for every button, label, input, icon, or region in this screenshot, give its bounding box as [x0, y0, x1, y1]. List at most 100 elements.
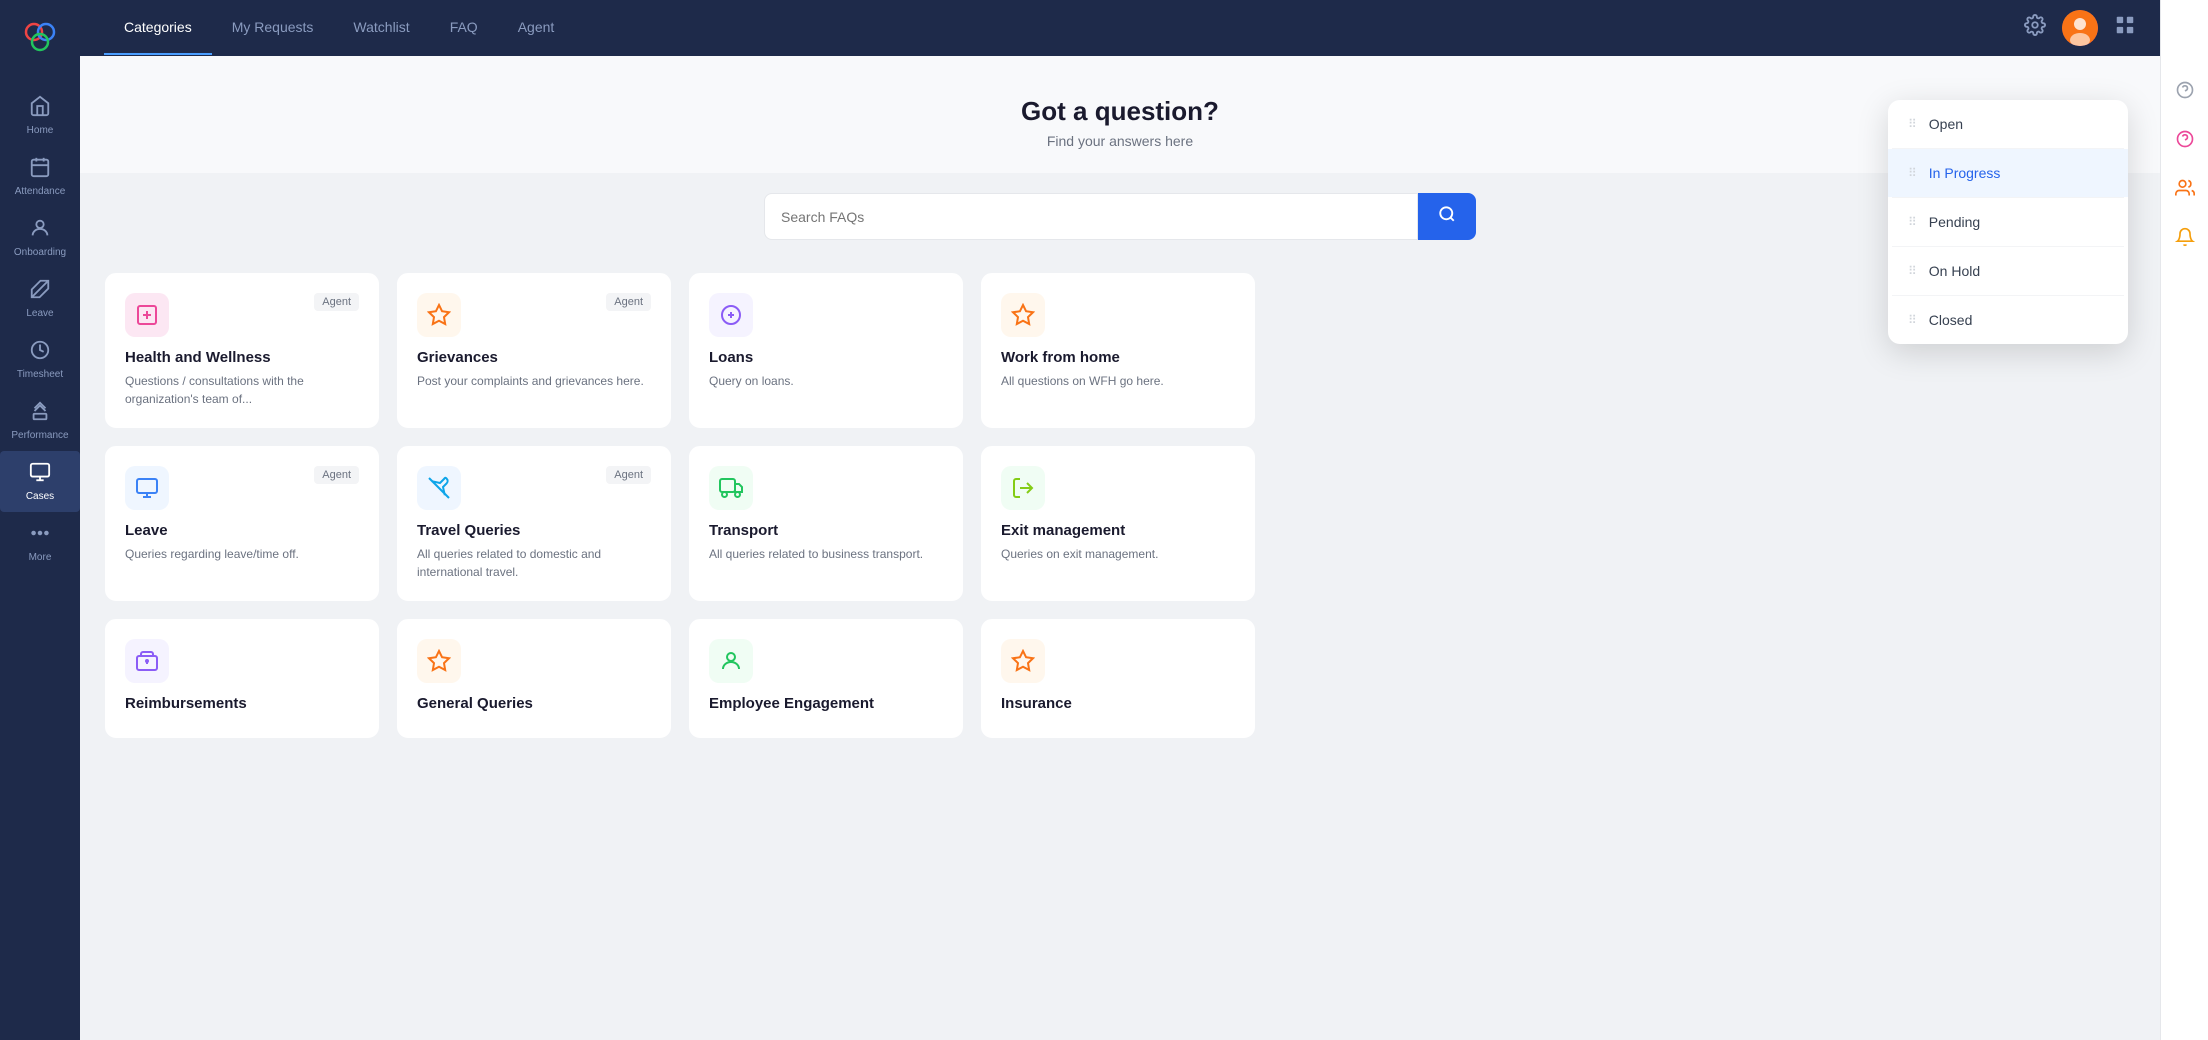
categories-grid: Agent Health and Wellness Questions / co… [80, 272, 1280, 763]
hero-subtitle: Find your answers here [104, 133, 2136, 149]
employee-engagement-icon [709, 639, 753, 683]
card-title: Grievances [417, 349, 651, 366]
wfh-icon [1001, 293, 1045, 337]
card-general-queries[interactable]: General Queries [396, 618, 672, 739]
dropdown-item-closed-label: Closed [1929, 312, 1973, 328]
tab-categories[interactable]: Categories [104, 1, 212, 55]
card-title: General Queries [417, 695, 651, 712]
card-grievances[interactable]: Agent Grievances Post your complaints an… [396, 272, 672, 429]
onboarding-icon [29, 217, 51, 243]
card-header: Agent [417, 293, 651, 337]
card-travel-queries[interactable]: Agent Travel Queries All queries related… [396, 445, 672, 602]
search-input[interactable] [764, 193, 1418, 240]
dropdown-item-closed[interactable]: ⠿ Closed [1888, 296, 2128, 344]
card-title: Transport [709, 522, 943, 539]
status-dropdown-menu: ⠿ Open ⠿ In Progress ⠿ Pending ⠿ On Hold… [1888, 100, 2128, 344]
card-header: Agent [417, 466, 651, 510]
drag-handle-pending: ⠿ [1908, 215, 1917, 229]
card-work-from-home[interactable]: Work from home All questions on WFH go h… [980, 272, 1256, 429]
home-icon [29, 95, 51, 121]
sidebar-item-attendance[interactable]: Attendance [0, 146, 80, 207]
card-description: Questions / consultations with the organ… [125, 372, 359, 408]
agent-badge: Agent [314, 466, 359, 484]
hero-section: Got a question? Find your answers here [80, 56, 2160, 173]
card-description: All queries related to domestic and inte… [417, 545, 651, 581]
card-loans[interactable]: Loans Query on loans. [688, 272, 964, 429]
card-exit-management[interactable]: Exit management Queries on exit manageme… [980, 445, 1256, 602]
card-reimbursements[interactable]: Reimbursements [104, 618, 380, 739]
card-header [1001, 466, 1235, 510]
dropdown-item-on-hold[interactable]: ⠿ On Hold [1888, 247, 2128, 295]
grid-icon[interactable] [2114, 14, 2136, 42]
sidebar: Home Attendance Onboarding Leave Timeshe… [0, 0, 80, 1040]
page-body: Got a question? Find your answers here A… [80, 56, 2160, 1040]
main-content: Categories My Requests Watchlist FAQ Age… [80, 0, 2160, 1040]
right-question-icon[interactable] [2175, 129, 2195, 154]
tab-watchlist[interactable]: Watchlist [333, 1, 429, 55]
agent-badge: Agent [606, 466, 651, 484]
card-employee-engagement[interactable]: Employee Engagement [688, 618, 964, 739]
health-wellness-icon [125, 293, 169, 337]
dropdown-item-open[interactable]: ⠿ Open [1888, 100, 2128, 148]
drag-handle-in-progress: ⠿ [1908, 166, 1917, 180]
card-description: Query on loans. [709, 372, 943, 390]
user-avatar[interactable] [2062, 10, 2098, 46]
card-title: Employee Engagement [709, 695, 943, 712]
sidebar-item-more-label: More [29, 552, 52, 563]
search-container [740, 193, 1500, 240]
sidebar-item-timesheet-label: Timesheet [17, 369, 63, 380]
more-icon [29, 522, 51, 548]
right-bell-icon[interactable] [2175, 227, 2195, 252]
agent-badge: Agent [606, 293, 651, 311]
drag-handle-on-hold: ⠿ [1908, 264, 1917, 278]
dropdown-item-pending-label: Pending [1929, 214, 1980, 230]
settings-icon[interactable] [2024, 14, 2046, 42]
card-health-wellness[interactable]: Agent Health and Wellness Questions / co… [104, 272, 380, 429]
app-logo[interactable] [14, 12, 66, 69]
reimbursements-icon [125, 639, 169, 683]
sidebar-item-more[interactable]: More [0, 512, 80, 573]
cases-icon [29, 461, 51, 487]
card-title: Leave [125, 522, 359, 539]
loans-icon [709, 293, 753, 337]
sidebar-item-timesheet[interactable]: Timesheet [0, 329, 80, 390]
card-header: Agent [125, 293, 359, 337]
search-button[interactable] [1418, 193, 1476, 240]
right-help-icon[interactable] [2175, 80, 2195, 105]
card-transport[interactable]: Transport All queries related to busines… [688, 445, 964, 602]
card-description: Queries regarding leave/time off. [125, 545, 359, 563]
card-header [709, 293, 943, 337]
sidebar-item-performance[interactable]: Performance [0, 390, 80, 451]
sidebar-item-cases[interactable]: Cases [0, 451, 80, 512]
tab-my-requests[interactable]: My Requests [212, 1, 334, 55]
card-title: Insurance [1001, 695, 1235, 712]
hero-title: Got a question? [104, 96, 2136, 127]
grievances-icon [417, 293, 461, 337]
sidebar-item-leave-label: Leave [26, 308, 53, 319]
card-header [1001, 293, 1235, 337]
nav-tabs: Categories My Requests Watchlist FAQ Age… [104, 1, 574, 55]
sidebar-item-onboarding[interactable]: Onboarding [0, 207, 80, 268]
sidebar-item-leave[interactable]: Leave [0, 268, 80, 329]
tab-faq[interactable]: FAQ [430, 1, 498, 55]
card-leave[interactable]: Agent Leave Queries regarding leave/time… [104, 445, 380, 602]
card-title: Exit management [1001, 522, 1235, 539]
tab-agent[interactable]: Agent [498, 1, 575, 55]
dropdown-item-pending[interactable]: ⠿ Pending [1888, 198, 2128, 246]
sidebar-item-onboarding-label: Onboarding [14, 247, 66, 258]
performance-icon [29, 400, 51, 426]
card-insurance[interactable]: Insurance [980, 618, 1256, 739]
dropdown-item-open-label: Open [1929, 116, 1963, 132]
sidebar-item-attendance-label: Attendance [15, 186, 66, 197]
travel-icon [417, 466, 461, 510]
sidebar-item-home[interactable]: Home [0, 85, 80, 146]
dropdown-item-in-progress[interactable]: ⠿ In Progress [1888, 149, 2128, 197]
exit-icon [1001, 466, 1045, 510]
agent-badge: Agent [314, 293, 359, 311]
card-header [709, 466, 943, 510]
card-description: All questions on WFH go here. [1001, 372, 1235, 390]
sidebar-item-cases-label: Cases [26, 491, 54, 502]
card-description: All queries related to business transpor… [709, 545, 943, 563]
transport-icon [709, 466, 753, 510]
right-users-icon[interactable] [2175, 178, 2195, 203]
